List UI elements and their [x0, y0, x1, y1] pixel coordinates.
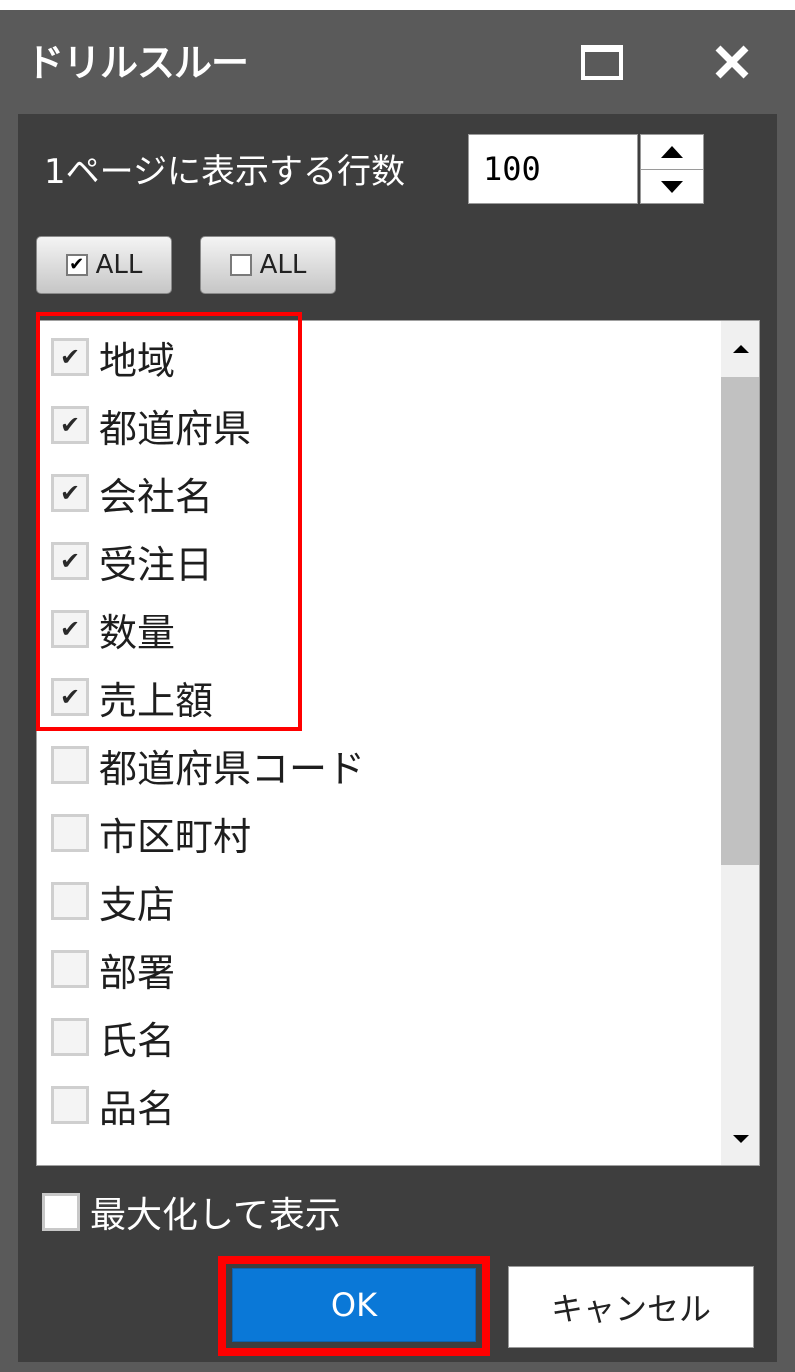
scroll-down-button[interactable] — [721, 1111, 759, 1165]
maximize-display-label: 最大化して表示 — [90, 1195, 341, 1236]
list-item[interactable]: 都道府県コード — [51, 735, 365, 795]
arrow-up-icon — [661, 146, 683, 158]
check-all-button[interactable]: ✔ ALL — [36, 236, 172, 294]
ok-button[interactable]: OK — [232, 1268, 476, 1342]
rows-per-page-spinner — [640, 134, 704, 204]
scroll-up-icon — [733, 345, 749, 353]
scroll-down-icon — [733, 1135, 749, 1143]
uncheck-all-button[interactable]: ALL — [200, 236, 336, 294]
maximize-display-checkbox[interactable] — [42, 1193, 80, 1231]
list-item[interactable]: 品名 — [51, 1075, 175, 1135]
field-label: 部署 — [99, 950, 176, 995]
uncheck-all-label: ALL — [259, 250, 307, 280]
unchecked-box-icon — [229, 254, 252, 276]
field-label: 都道府県コード — [99, 746, 366, 791]
rows-per-page-input[interactable]: 100 — [468, 134, 638, 204]
list-item[interactable]: 支店 — [51, 871, 175, 931]
checked-box-icon: ✔ — [65, 254, 88, 276]
field-checkbox[interactable] — [51, 746, 89, 784]
title-bar: ドリルスルー — [0, 10, 795, 110]
dialog-content: 1ページに表示する行数 100 ✔ ALL ALL ✔ 地域 ✔ 都道府県 ✔ … — [18, 114, 777, 1362]
field-checkbox[interactable] — [51, 1086, 89, 1124]
dialog-title: ドリルスルー — [26, 41, 249, 85]
close-icon — [715, 45, 749, 79]
spinner-down-button[interactable] — [641, 169, 703, 204]
field-label: 市区町村 — [99, 814, 252, 859]
scroll-up-button[interactable] — [721, 321, 759, 377]
field-label: 氏名 — [99, 1018, 176, 1063]
field-checkbox[interactable] — [51, 950, 89, 988]
list-item[interactable]: 市区町村 — [51, 803, 251, 863]
maximize-button[interactable] — [572, 32, 632, 92]
list-scrollbar[interactable] — [721, 321, 759, 1165]
cancel-button[interactable]: キャンセル — [508, 1266, 754, 1348]
scroll-thumb[interactable] — [721, 377, 759, 865]
field-label: 支店 — [99, 882, 176, 927]
maximize-display-option[interactable]: 最大化して表示 — [42, 1182, 341, 1242]
list-item[interactable]: 部署 — [51, 939, 175, 999]
rows-per-page-label: 1ページに表示する行数 — [44, 152, 405, 192]
selected-fields-highlight — [36, 312, 302, 731]
list-item[interactable]: 氏名 — [51, 1007, 175, 1067]
field-checkbox[interactable] — [51, 1018, 89, 1056]
arrow-down-icon — [661, 181, 683, 193]
check-all-label: ALL — [95, 250, 143, 280]
spinner-up-button[interactable] — [641, 135, 703, 169]
field-label: 品名 — [99, 1086, 176, 1131]
maximize-icon — [581, 44, 623, 80]
field-checkbox[interactable] — [51, 882, 89, 920]
field-checkbox[interactable] — [51, 814, 89, 852]
close-button[interactable] — [702, 32, 762, 92]
drill-through-dialog: ドリルスルー 1ページに表示する行数 100 ✔ ALL ALL ✔ 地域 ✔ … — [0, 10, 795, 1372]
